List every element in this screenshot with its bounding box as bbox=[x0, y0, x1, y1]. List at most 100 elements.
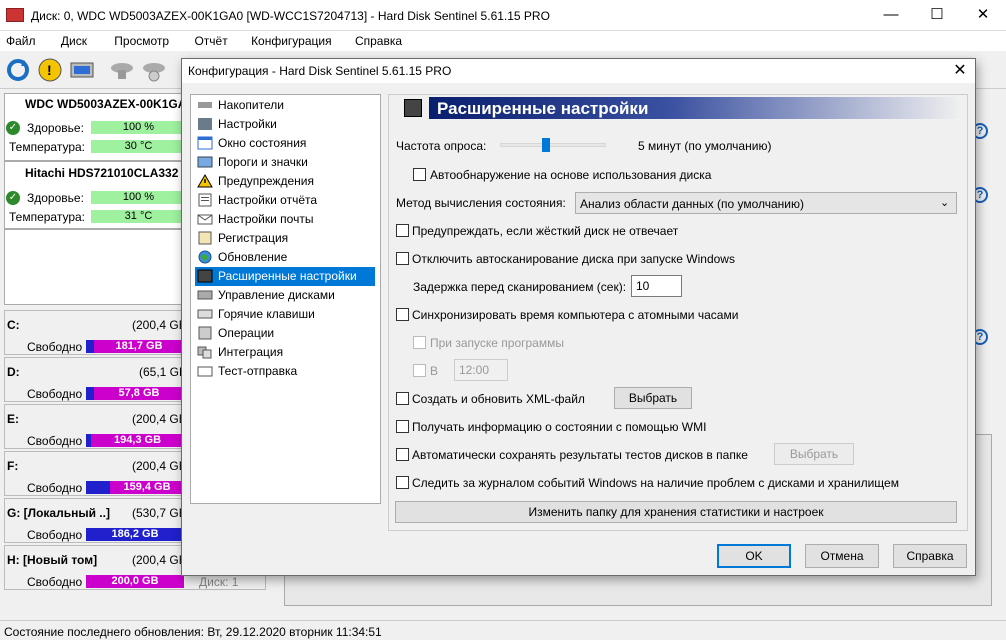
warning-icon[interactable]: ! bbox=[36, 56, 64, 84]
globe-icon bbox=[198, 250, 212, 264]
eventlog-label: Следить за журналом событий Windows на н… bbox=[412, 476, 899, 490]
temperature-label: Температура: bbox=[9, 210, 86, 224]
nav-item-thresholds[interactable]: Пороги и значки bbox=[195, 153, 375, 172]
calculation-method-select[interactable]: Анализ области данных (по умолчанию) ⌄ bbox=[575, 192, 957, 214]
nav-item-report-settings[interactable]: Настройки отчёта bbox=[195, 191, 375, 210]
health-bar: 100 % bbox=[91, 191, 186, 204]
volume-letter: F: bbox=[7, 459, 19, 473]
minimize-button[interactable]: — bbox=[868, 0, 914, 31]
free-bar: 159,4 GB bbox=[86, 481, 184, 494]
close-button[interactable]: ✕ bbox=[960, 0, 1006, 31]
nav-item-disk-management[interactable]: Управление дисками bbox=[195, 286, 375, 305]
nav-item-status-window[interactable]: Окно состояния bbox=[195, 134, 375, 153]
test-send-icon bbox=[197, 366, 213, 377]
disable-autoscan-checkbox[interactable] bbox=[396, 252, 409, 265]
mail-icon bbox=[197, 214, 213, 225]
nav-item-drives[interactable]: Накопители bbox=[195, 96, 375, 115]
autodetect-checkbox[interactable] bbox=[413, 168, 426, 181]
health-bar: 100 % bbox=[91, 121, 186, 134]
choose-folder-button[interactable]: Выбрать bbox=[774, 443, 854, 465]
free-bar: 194,3 GB bbox=[86, 434, 184, 447]
nav-item-test-send[interactable]: Тест-отправка bbox=[195, 362, 375, 381]
nav-label: Настройки bbox=[218, 117, 277, 131]
nav-item-mail-settings[interactable]: Настройки почты bbox=[195, 210, 375, 229]
menu-disk[interactable]: Диск bbox=[55, 31, 95, 48]
on-start-label: При запуске программы bbox=[430, 336, 564, 350]
dialog-title: Конфигурация - Hard Disk Sentinel 5.61.1… bbox=[188, 64, 452, 78]
maximize-button[interactable]: ☐ bbox=[914, 0, 960, 31]
menu-view[interactable]: Просмотр bbox=[108, 31, 177, 48]
scan-delay-label: Задержка перед сканированием (сек): bbox=[413, 280, 627, 294]
on-start-checkbox[interactable] bbox=[413, 336, 426, 349]
nav-label: Предупреждения bbox=[218, 174, 314, 188]
free-bar: 181,7 GB bbox=[86, 340, 184, 353]
poll-frequency-slider[interactable] bbox=[500, 143, 606, 147]
help-button[interactable]: Справка bbox=[893, 544, 967, 568]
disk-management-icon bbox=[197, 290, 213, 300]
free-label: Свободно bbox=[27, 528, 83, 542]
change-folder-button[interactable]: Изменить папку для хранения статистики и… bbox=[395, 501, 957, 523]
scan-delay-input[interactable]: 10 bbox=[631, 275, 682, 297]
wmi-label: Получать информацию о состоянии с помощь… bbox=[412, 420, 707, 434]
volume-letter: G: [Локальный ..] bbox=[7, 506, 110, 520]
nav-label: Расширенные настройки bbox=[218, 269, 357, 283]
wmi-checkbox[interactable] bbox=[396, 420, 409, 433]
free-label: Свободно bbox=[27, 575, 83, 589]
nav-item-operations[interactable]: Операции bbox=[195, 324, 375, 343]
nav-label: Управление дисками bbox=[218, 288, 335, 302]
ok-check-icon: ✓ bbox=[6, 191, 20, 205]
settings-icon bbox=[198, 118, 212, 130]
refresh-icon[interactable] bbox=[4, 56, 32, 84]
menu-report[interactable]: Отчёт bbox=[188, 31, 235, 48]
nav-item-registration[interactable]: Регистрация bbox=[195, 229, 375, 248]
choose-xml-button[interactable]: Выбрать bbox=[614, 387, 692, 409]
menu-help[interactable]: Справка bbox=[349, 31, 410, 48]
nav-item-integration[interactable]: Интеграция bbox=[195, 343, 375, 362]
nav-item-settings[interactable]: Настройки bbox=[195, 115, 375, 134]
drive-icon bbox=[198, 102, 212, 108]
menu-configuration[interactable]: Конфигурация bbox=[245, 31, 340, 48]
settings-nav-list: Накопители Настройки Окно состояния Поро… bbox=[190, 94, 381, 504]
nav-item-hotkeys[interactable]: Горячие клавиши bbox=[195, 305, 375, 324]
svg-text:!: ! bbox=[47, 62, 52, 78]
nav-item-advanced-settings[interactable]: Расширенные настройки bbox=[195, 267, 375, 286]
free-bar: 57,8 GB bbox=[86, 387, 184, 400]
ok-button[interactable]: OK bbox=[717, 544, 791, 568]
poll-frequency-slider-thumb[interactable] bbox=[542, 138, 551, 152]
hdd-test-icon[interactable] bbox=[140, 56, 168, 84]
nav-label: Обновление bbox=[218, 250, 288, 264]
keyboard-icon bbox=[197, 309, 213, 319]
eventlog-checkbox[interactable] bbox=[396, 476, 409, 489]
volume-size: (200,4 GB bbox=[132, 459, 187, 473]
nav-label: Интеграция bbox=[218, 345, 284, 359]
status-text: Состояние последнего обновления: Вт, 29.… bbox=[4, 625, 382, 639]
at-time-input[interactable]: 12:00 bbox=[454, 359, 508, 381]
hdd-icon[interactable] bbox=[108, 56, 136, 84]
nav-item-warnings[interactable]: Предупреждения bbox=[195, 172, 375, 191]
at-time-checkbox[interactable] bbox=[413, 364, 426, 377]
poll-frequency-value: 5 минут (по умолчанию) bbox=[638, 139, 772, 153]
volume-size: (200,4 GB bbox=[132, 412, 187, 426]
dialog-close-button[interactable]: ✕ bbox=[948, 61, 972, 81]
at-time-label: В bbox=[430, 364, 439, 378]
cancel-button[interactable]: Отмена bbox=[805, 544, 879, 568]
disk-icon[interactable] bbox=[68, 56, 96, 84]
autodetect-label: Автообнаружение на основе использования … bbox=[430, 168, 712, 182]
nav-label: Накопители bbox=[218, 98, 284, 112]
section-header: Расширенные настройки bbox=[429, 97, 961, 119]
sync-time-checkbox[interactable] bbox=[396, 308, 409, 321]
nav-label: Тест-отправка bbox=[218, 364, 298, 378]
health-label: Здоровье: bbox=[27, 191, 84, 205]
window-icon bbox=[197, 136, 213, 150]
registration-icon bbox=[198, 231, 212, 245]
nav-item-update[interactable]: Обновление bbox=[195, 248, 375, 267]
nav-label: Регистрация bbox=[218, 231, 289, 245]
xml-checkbox[interactable] bbox=[396, 392, 409, 405]
warn-noresponse-checkbox[interactable] bbox=[396, 224, 409, 237]
chevron-down-icon: ⌄ bbox=[940, 197, 950, 209]
free-label: Свободно bbox=[27, 434, 83, 448]
autosave-checkbox[interactable] bbox=[396, 448, 409, 461]
menu-file[interactable]: Файл bbox=[0, 31, 44, 48]
health-label: Здоровье: bbox=[27, 121, 84, 135]
calculation-method-label: Метод вычисления состояния: bbox=[396, 196, 566, 210]
